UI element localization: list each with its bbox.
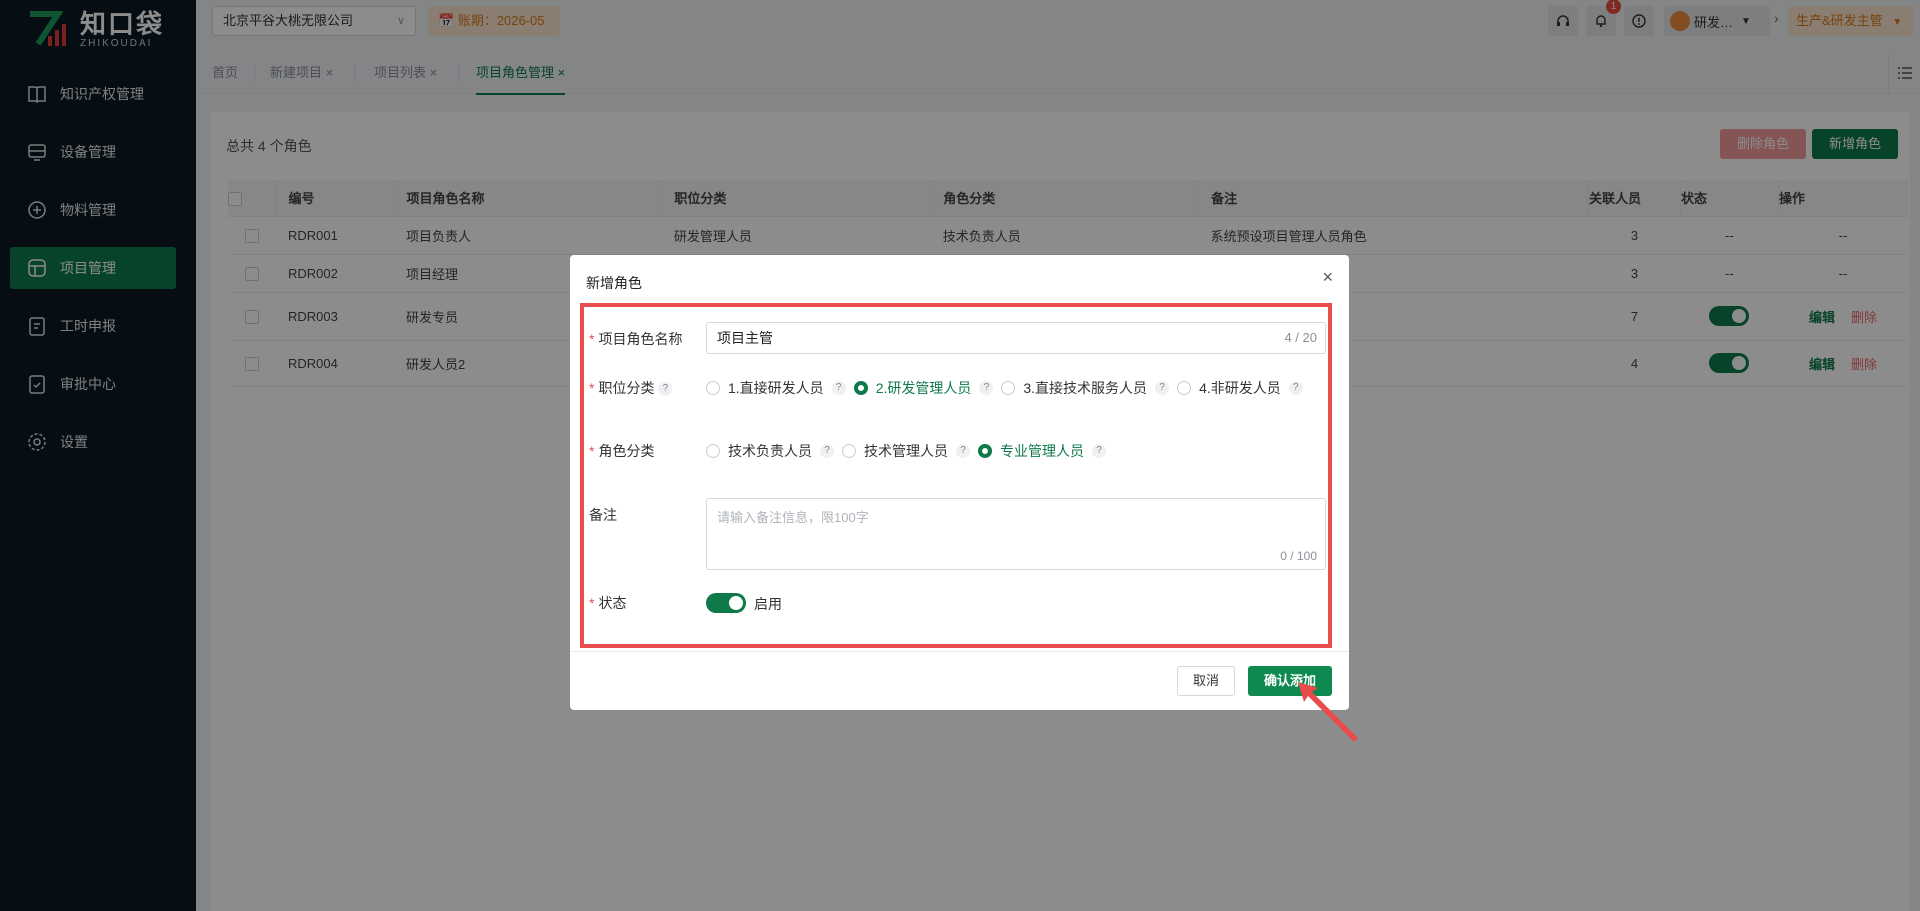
role-option-2[interactable]: 技术管理人员? bbox=[842, 441, 970, 461]
radio-selected-icon bbox=[853, 381, 868, 395]
role-name-input[interactable]: 项目主管 4 / 20 bbox=[706, 322, 1326, 354]
radio-icon bbox=[1177, 381, 1192, 395]
status-label: * 状态 bbox=[589, 595, 627, 611]
close-icon[interactable]: × bbox=[1322, 267, 1333, 288]
role-radio-group: 技术负责人员? 技术管理人员? 专业管理人员? bbox=[706, 441, 1114, 461]
highlight-box bbox=[580, 303, 1332, 648]
help-icon: ? bbox=[820, 444, 834, 458]
name-char-count: 4 / 20 bbox=[1284, 330, 1317, 345]
note-placeholder: 请输入备注信息，限100字 bbox=[717, 510, 869, 525]
radio-icon bbox=[842, 444, 856, 458]
radio-selected-icon bbox=[978, 444, 992, 458]
name-label: * 项目角色名称 bbox=[589, 331, 683, 347]
help-icon: ? bbox=[1155, 381, 1170, 395]
note-char-count: 0 / 100 bbox=[1280, 549, 1317, 563]
position-label: * 职位分类 ? bbox=[589, 378, 673, 398]
help-icon: ? bbox=[831, 381, 846, 395]
note-label: 备注 bbox=[589, 507, 617, 523]
position-option-3[interactable]: 3.直接技术服务人员? bbox=[1001, 378, 1170, 398]
radio-icon bbox=[706, 444, 720, 458]
cancel-button[interactable]: 取消 bbox=[1177, 666, 1235, 696]
role-name-value: 项目主管 bbox=[717, 330, 773, 346]
help-icon: ? bbox=[979, 381, 994, 395]
role-option-3[interactable]: 专业管理人员? bbox=[978, 441, 1106, 461]
role-option-1[interactable]: 技术负责人员? bbox=[706, 441, 834, 461]
status-toggle[interactable] bbox=[706, 593, 746, 613]
dialog-title: 新增角色 bbox=[586, 275, 642, 291]
help-icon[interactable]: ? bbox=[658, 382, 673, 397]
position-radio-group: 1.直接研发人员? 2.研发管理人员? 3.直接技术服务人员? 4.非研发人员? bbox=[706, 378, 1311, 398]
pointer-arrow-icon bbox=[1298, 682, 1358, 742]
divider bbox=[570, 651, 1349, 652]
radio-icon bbox=[1001, 381, 1016, 395]
help-icon: ? bbox=[956, 444, 970, 458]
radio-icon bbox=[706, 381, 720, 395]
role-class-label: * 角色分类 bbox=[589, 443, 655, 459]
add-role-dialog: 新增角色 × * 项目角色名称 项目主管 4 / 20 * 职位分类 ? 1.直接研… bbox=[570, 255, 1349, 710]
help-icon: ? bbox=[1092, 444, 1106, 458]
position-option-2[interactable]: 2.研发管理人员? bbox=[853, 378, 994, 398]
status-value: 启用 bbox=[754, 596, 782, 612]
help-icon: ? bbox=[1288, 381, 1303, 395]
note-textarea[interactable]: 请输入备注信息，限100字 0 / 100 bbox=[706, 498, 1326, 570]
position-option-1[interactable]: 1.直接研发人员? bbox=[706, 378, 846, 398]
position-option-4[interactable]: 4.非研发人员? bbox=[1177, 378, 1303, 398]
